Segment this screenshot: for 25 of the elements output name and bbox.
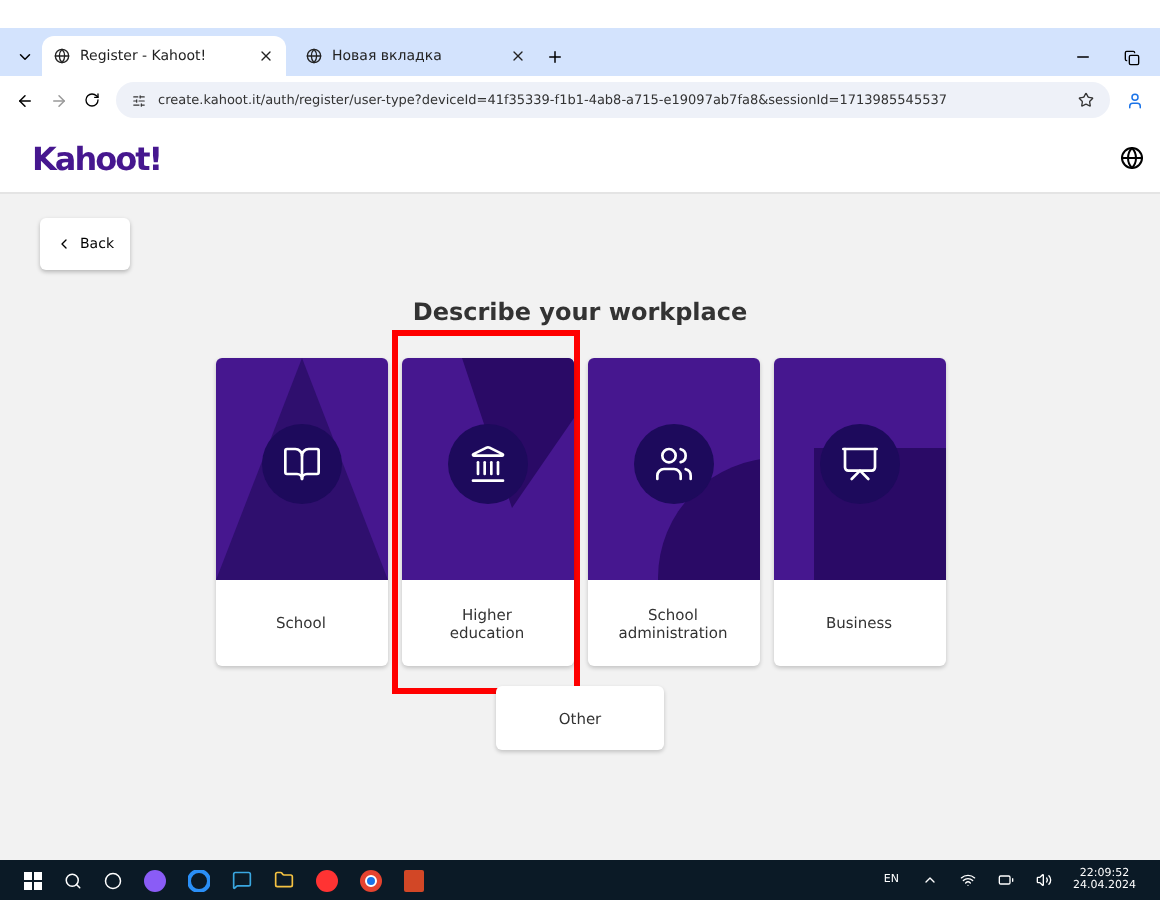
close-icon[interactable] bbox=[258, 48, 274, 64]
folder-icon[interactable] bbox=[274, 870, 294, 890]
windows-icon[interactable] bbox=[24, 871, 42, 889]
volume-icon[interactable] bbox=[1035, 872, 1051, 888]
site-info-icon[interactable] bbox=[132, 93, 146, 107]
globe-icon bbox=[306, 48, 322, 64]
profile-icon[interactable] bbox=[1126, 91, 1144, 109]
caret-icon[interactable] bbox=[921, 872, 937, 888]
battery-icon[interactable] bbox=[997, 872, 1013, 888]
kahoot-logo: Kahoot! bbox=[32, 139, 162, 177]
page-heading: Describe your workplace bbox=[412, 298, 748, 326]
globe-icon bbox=[54, 48, 70, 64]
messenger-icon[interactable] bbox=[232, 870, 252, 890]
network-icon[interactable] bbox=[959, 872, 975, 888]
close-icon[interactable] bbox=[510, 48, 526, 64]
search-icon[interactable] bbox=[64, 871, 82, 889]
forward-arrow-icon[interactable] bbox=[50, 91, 68, 109]
chevron-left-icon bbox=[56, 236, 72, 252]
tab-list-icon[interactable] bbox=[16, 48, 34, 66]
reload-icon[interactable] bbox=[84, 92, 100, 108]
back-arrow-icon[interactable] bbox=[16, 91, 34, 109]
globe-icon[interactable] bbox=[1120, 146, 1144, 170]
restore-icon[interactable] bbox=[1124, 50, 1140, 66]
new-tab-icon[interactable] bbox=[546, 48, 564, 66]
star-icon[interactable] bbox=[1078, 92, 1094, 108]
